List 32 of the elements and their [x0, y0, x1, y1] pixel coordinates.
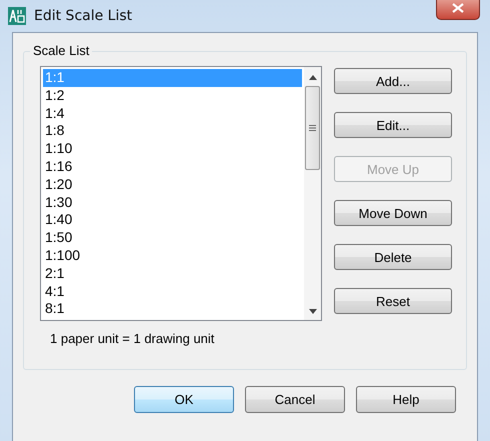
scale-item[interactable]: 1:40	[43, 211, 302, 230]
scroll-down-icon[interactable]	[308, 309, 316, 314]
scale-item[interactable]: 1:50	[43, 229, 302, 247]
scale-item[interactable]: 1:10	[43, 140, 302, 158]
scale-item[interactable]: 4:1	[43, 282, 302, 300]
scale-listbox[interactable]: 1:1 1:2 1:4 1:8 1:10 1:16 1:20 1:30 1:40 1:50 1:100 2:1 4:1 8:1	[40, 66, 322, 321]
action-button[interactable]: Add...	[334, 68, 452, 94]
action-button[interactable]: Delete	[334, 244, 452, 270]
scale-item[interactable]: 1:4	[43, 104, 302, 122]
scale-item[interactable]: 1:20	[43, 176, 302, 194]
scale-item[interactable]: 1:30	[43, 194, 302, 212]
scrollbar-thumb[interactable]	[305, 86, 320, 170]
action-button[interactable]: Edit...	[334, 112, 452, 138]
action-button[interactable]: Move Down	[334, 200, 452, 226]
app-icon	[8, 7, 26, 25]
scale-item[interactable]: 8:1	[43, 300, 302, 318]
scale-item[interactable]: 1:16	[43, 158, 302, 176]
grip-icon	[309, 125, 316, 131]
unit-text: 1 paper unit = 1 drawing unit	[49, 331, 216, 346]
dialog-button[interactable]: Help	[356, 386, 456, 413]
scale-item[interactable]: 1:2	[43, 86, 302, 105]
action-button[interactable]: Reset	[334, 288, 452, 314]
dialog-button[interactable]: OK	[134, 386, 234, 413]
close-icon	[452, 3, 464, 13]
group-label: Scale List	[30, 43, 92, 58]
window-title: Edit Scale List	[34, 8, 132, 24]
close-button[interactable]	[436, 0, 480, 20]
scroll-up-icon[interactable]	[308, 75, 316, 80]
scale-item[interactable]: 1:8	[43, 122, 302, 140]
scale-item[interactable]: 1:100	[43, 246, 302, 265]
dialog-button[interactable]: Cancel	[245, 386, 345, 413]
scale-item[interactable]: 2:1	[43, 264, 302, 283]
